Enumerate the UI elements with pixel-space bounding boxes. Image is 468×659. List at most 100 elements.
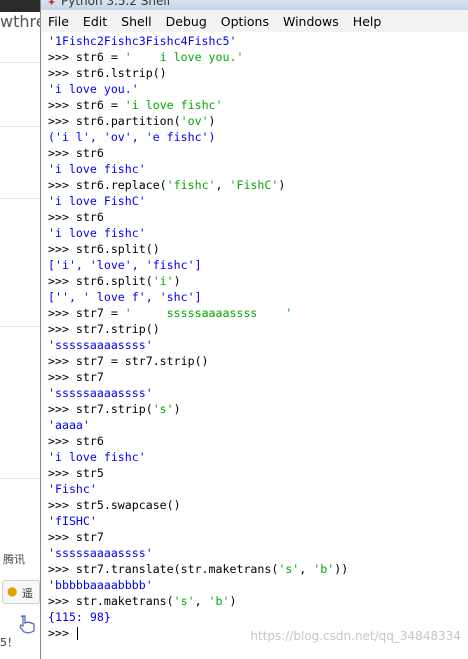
console-output-line: 'sssssaaaassss' — [48, 337, 153, 353]
console-input-line: >>> str6 — [48, 209, 104, 225]
background-app-button[interactable]: ● 遥 — [2, 580, 40, 604]
divider — [0, 326, 40, 327]
python-shell-window: ✦ Python 3.5.2 Shell File Edit Shell Deb… — [40, 0, 468, 659]
output-text: ['i', 'love', 'fishc'] — [48, 258, 202, 272]
console-output-line: 'i love you.' — [48, 81, 139, 97]
menu-edit[interactable]: Edit — [76, 14, 114, 29]
console-input-line: >>> str6 = ' i love you.' — [48, 49, 243, 65]
prompt-marker: >>> — [48, 210, 76, 224]
background-app-label: 腾讯 — [3, 553, 25, 566]
console-input-line: >>> str5.swapcase() — [48, 497, 181, 513]
group-icon: ● — [7, 584, 18, 598]
console-output-line: 'sssssaaaassss' — [48, 545, 153, 561]
output-text: {115: 98} — [48, 610, 111, 624]
console-input-line: >>> str6.lstrip() — [48, 65, 167, 81]
code-text: )) — [334, 562, 349, 576]
code-text: str7 — [75, 370, 104, 384]
prompt-marker: >>> — [48, 50, 76, 64]
divider — [0, 478, 40, 479]
prompt-marker: >>> — [48, 146, 76, 160]
code-text: str6 — [75, 434, 104, 448]
code-text: str7.strip() — [75, 322, 160, 336]
console-output-line: 'Fishc' — [48, 481, 97, 497]
console-output-line: ['i', 'love', 'fishc'] — [48, 257, 202, 273]
code-text: ) — [173, 402, 181, 416]
menu-shell[interactable]: Shell — [114, 14, 159, 29]
menu-debug[interactable]: Debug — [159, 14, 214, 29]
prompt-marker: >>> — [48, 306, 76, 320]
console-input-line: >>> str.maketrans('s', 'b') — [48, 593, 237, 609]
code-text: str5 — [75, 466, 104, 480]
console-input-line: >>> str7.strip('s') — [48, 401, 181, 417]
prompt-marker: >>> — [48, 434, 76, 448]
console-input-line: >>> str6.replace('fishc', 'FishC') — [48, 177, 285, 193]
background-app-footer: 5！ — [0, 636, 18, 649]
string-literal: 'i love fishc' — [124, 98, 223, 112]
console-input-line: >>> str7.translate(str.maketrans('s', 'b… — [48, 561, 348, 577]
console-input-line: >>> str7 — [48, 369, 104, 385]
code-text: str6 — [75, 210, 104, 224]
title-bar[interactable]: ✦ Python 3.5.2 Shell — [41, 0, 468, 10]
console-output-line: 'i love fishc' — [48, 225, 146, 241]
background-app-topbar — [0, 0, 40, 12]
console-output-line: 'fISHC' — [48, 513, 97, 529]
output-text: ('i l', 'ov', 'e fishc') — [48, 130, 216, 144]
prompt-marker: >>> — [48, 530, 76, 544]
background-app-window: wthre 腾讯 ● 遥 5！ — [0, 0, 40, 659]
shell-console[interactable]: '1Fishc2Fishc3Fishc4Fishc5' >>> str6 = ' … — [41, 32, 468, 659]
output-text: 'i love FishC' — [48, 194, 146, 208]
console-input-line: >>> str5 — [48, 465, 104, 481]
code-text: str6 = — [75, 50, 125, 64]
output-text: 'sssssaaaassss' — [48, 546, 153, 560]
code-text: ) — [208, 114, 216, 128]
output-text: 'i love fishc' — [48, 162, 146, 176]
code-text: , — [299, 562, 314, 576]
output-text: 'bbbbbaaaabbbb' — [48, 578, 153, 592]
menu-file[interactable]: File — [41, 14, 76, 29]
prompt-marker: >>> — [48, 626, 76, 640]
menu-bar: File Edit Shell Debug Options Windows He… — [41, 10, 468, 33]
code-text: str.maketrans( — [75, 594, 174, 608]
output-text: 'i love fishc' — [48, 226, 146, 240]
string-literal: 's' — [278, 562, 300, 576]
console-output-line: 'i love FishC' — [48, 193, 146, 209]
string-literal: ' i love you.' — [124, 50, 244, 64]
prompt-marker: >>> — [48, 354, 76, 368]
string-literal: ' sssssaaaassss ' — [124, 306, 293, 320]
string-literal: 's' — [173, 594, 195, 608]
output-text: 'i love fishc' — [48, 450, 146, 464]
console-output-line: 'bbbbbaaaabbbb' — [48, 577, 153, 593]
console-input-line: >>> str7 = ' sssssaaaassss ' — [48, 305, 292, 321]
menu-help[interactable]: Help — [346, 14, 389, 29]
text-cursor — [76, 627, 78, 640]
console-output-line: {115: 98} — [48, 609, 111, 625]
console-input-line: >>> str6 — [48, 433, 104, 449]
console-input-line: >>> str6 = 'i love fishc' — [48, 97, 223, 113]
code-text: str7 = — [75, 306, 125, 320]
prompt-marker: >>> — [48, 562, 76, 576]
menu-windows[interactable]: Windows — [276, 14, 346, 29]
divider — [0, 62, 40, 63]
code-text: str6.lstrip() — [75, 66, 167, 80]
background-app-title: wthre — [0, 12, 40, 31]
prompt-marker: >>> — [48, 466, 76, 480]
string-literal: 's' — [152, 402, 174, 416]
console-input-prompt: >>> — [48, 625, 78, 641]
prompt-marker: >>> — [48, 274, 76, 288]
prompt-marker: >>> — [48, 322, 76, 336]
console-output-line: 'aaaa' — [48, 417, 90, 433]
prompt-marker: >>> — [48, 114, 76, 128]
console-output-line: 'i love fishc' — [48, 449, 146, 465]
divider — [0, 198, 40, 199]
console-input-line: >>> str6.partition('ov') — [48, 113, 216, 129]
code-text: str7 — [75, 530, 104, 544]
menu-options[interactable]: Options — [214, 14, 276, 29]
console-input-line: >>> str6 — [48, 145, 104, 161]
code-text: str6 = — [75, 98, 125, 112]
output-text: 'sssssaaaassss' — [48, 338, 153, 352]
code-text: str6 — [75, 146, 104, 160]
console-input-line: >>> str7 = str7.strip() — [48, 353, 209, 369]
console-output-line: '1Fishc2Fishc3Fishc4Fishc5' — [48, 33, 236, 49]
console-input-line: >>> str7.strip() — [48, 321, 160, 337]
divider — [0, 126, 40, 127]
